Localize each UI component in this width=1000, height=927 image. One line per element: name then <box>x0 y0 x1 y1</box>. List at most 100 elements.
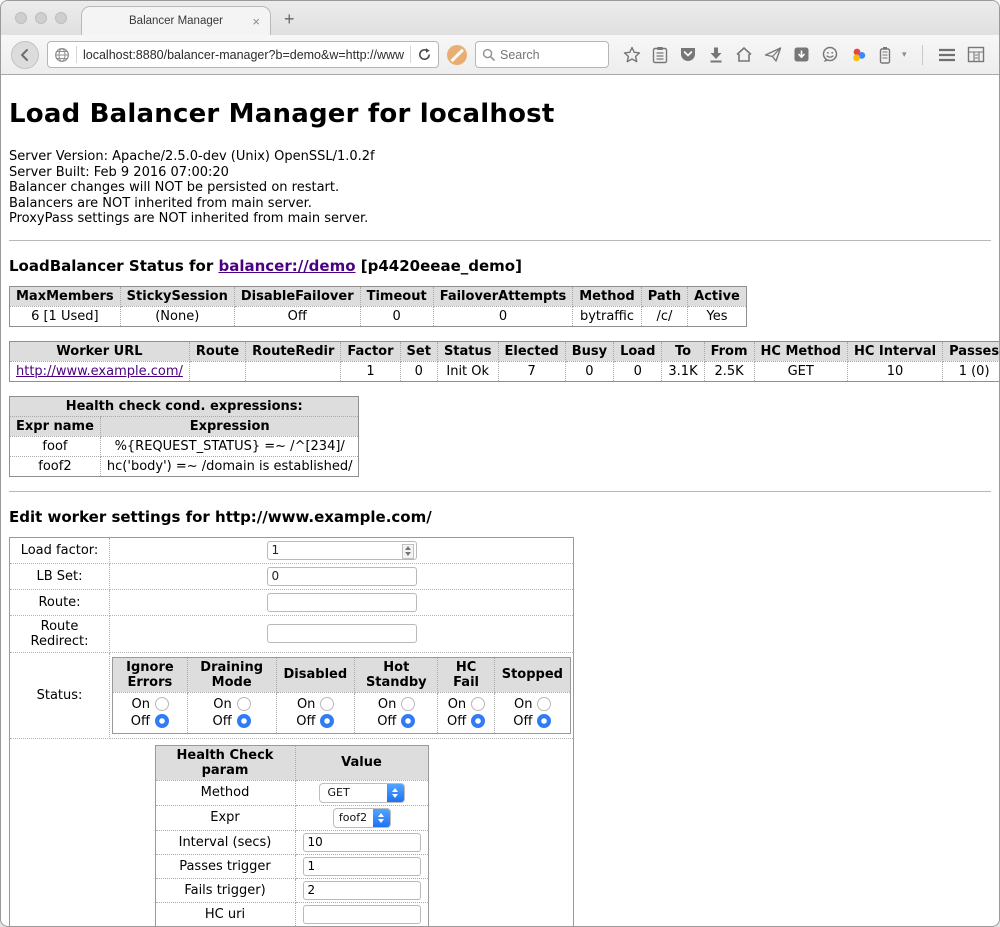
send-tab-icon[interactable] <box>764 46 782 63</box>
ignore-errors-on-radio[interactable] <box>155 697 169 711</box>
status-label: Status: <box>10 652 110 738</box>
load-factor-label: Load factor: <box>10 537 110 563</box>
search-bar[interactable] <box>475 41 609 68</box>
cell-factor: 1 <box>341 361 400 381</box>
reading-list-icon[interactable] <box>652 46 668 64</box>
col-disabled: Disabled <box>276 657 355 692</box>
urlbar-divider <box>410 46 411 63</box>
cell-disablefailover: Off <box>234 306 360 326</box>
tab-close-icon[interactable]: × <box>252 14 260 29</box>
disabled-on-radio[interactable] <box>320 697 334 711</box>
col-timeout: Timeout <box>360 286 433 306</box>
form-row-route: Route: <box>10 589 574 615</box>
hc-method-label: Method <box>155 780 295 805</box>
col-load: Load <box>614 341 662 361</box>
hc-expr-select[interactable]: foof2 <box>333 808 391 828</box>
on-label: On <box>377 697 396 712</box>
col-hot-standby: Hot Standby <box>355 657 438 692</box>
window-minimize-button[interactable] <box>35 12 47 24</box>
lb-set-input[interactable] <box>267 567 417 586</box>
off-label: Off <box>377 714 396 729</box>
window-controls[interactable] <box>15 12 67 24</box>
hc-uri-input[interactable] <box>303 905 421 924</box>
col-path: Path <box>641 286 687 306</box>
pocket-icon[interactable] <box>679 46 697 63</box>
col-elected: Elected <box>498 341 565 361</box>
col-busy: Busy <box>565 341 613 361</box>
cell-to: 3.1K <box>662 361 704 381</box>
worker-table: Worker URL Route RouteRedir Factor Set S… <box>9 341 1000 382</box>
select-stepper-icon <box>373 808 390 828</box>
overflow-caret-icon[interactable]: ▾ <box>902 49 907 60</box>
hc-fail-on-radio[interactable] <box>471 697 485 711</box>
number-stepper-icon[interactable] <box>402 544 414 559</box>
worker-url-link[interactable]: http://www.example.com/ <box>16 364 183 379</box>
draining-mode-off-radio[interactable] <box>237 714 251 728</box>
url-bar[interactable]: localhost:8880/balancer-manager?b=demo&w… <box>47 41 439 68</box>
off-label: Off <box>213 714 232 729</box>
home-icon[interactable] <box>735 46 753 63</box>
hc-passes-label: Passes trigger <box>155 854 295 878</box>
on-label: On <box>213 697 232 712</box>
cell-hc-method: GET <box>754 361 847 381</box>
on-label: On <box>296 697 315 712</box>
cell-expr-name: foof2 <box>10 456 101 476</box>
hc-expr-value: foof2 <box>334 811 373 824</box>
cell-failoverattempts: 0 <box>433 306 573 326</box>
draining-mode-on-radio[interactable] <box>237 697 251 711</box>
chat-icon[interactable] <box>821 46 839 63</box>
col-expression: Expression <box>100 416 359 436</box>
window-close-button[interactable] <box>15 12 27 24</box>
cell-busy: 0 <box>565 361 613 381</box>
ignore-errors-off-radio[interactable] <box>155 714 169 728</box>
content-block-icon[interactable] <box>447 45 467 65</box>
col-hc-fail: HC Fail <box>438 657 494 692</box>
downloads-icon[interactable] <box>708 46 724 63</box>
hc-expr-label: Expr <box>155 805 295 830</box>
new-tab-button[interactable]: + <box>284 9 295 30</box>
table-row: 6 [1 Used] (None) Off 0 0 bytraffic /c/ … <box>10 306 747 326</box>
reload-icon[interactable] <box>417 47 432 62</box>
browser-window: Balancer Manager × + localhost:8880/bala… <box>0 0 1000 927</box>
cell-passes: 1 (0) <box>943 361 1000 381</box>
bookmark-star-icon[interactable] <box>623 46 641 64</box>
col-hc-param: Health Check param <box>155 745 295 780</box>
hc-fails-input[interactable] <box>303 881 421 900</box>
route-label: Route: <box>10 589 110 615</box>
cell-stickysession: (None) <box>120 306 234 326</box>
hot-standby-on-radio[interactable] <box>401 697 415 711</box>
balancer-status-heading: LoadBalancer Status for balancer://demo … <box>9 257 991 275</box>
search-input[interactable] <box>500 48 590 62</box>
col-factor: Factor <box>341 341 400 361</box>
save-page-icon[interactable] <box>793 46 810 63</box>
hot-standby-off-radio[interactable] <box>401 714 415 728</box>
battery-panel-icon[interactable] <box>879 46 891 64</box>
cell-routeredir <box>246 361 341 381</box>
hc-method-select[interactable]: GET <box>319 783 405 803</box>
col-stickysession: StickySession <box>120 286 234 306</box>
sidebar-grid-icon[interactable] <box>967 46 985 63</box>
divider <box>9 240 991 241</box>
table-row: foof %{REQUEST_STATUS} =~ /^[234]/ <box>10 436 359 456</box>
form-row-lb-set: LB Set: <box>10 563 574 589</box>
balancer-link[interactable]: balancer://demo <box>218 257 355 275</box>
hc-fail-off-radio[interactable] <box>471 714 485 728</box>
tab-balancer-manager[interactable]: Balancer Manager × <box>81 6 271 35</box>
route-redirect-input[interactable] <box>267 624 417 643</box>
hc-interval-input[interactable] <box>303 833 421 852</box>
stopped-on-radio[interactable] <box>537 697 551 711</box>
extensions-colored-icon[interactable] <box>850 46 868 64</box>
load-factor-input[interactable] <box>267 541 417 560</box>
persist-note: Balancer changes will NOT be persisted o… <box>9 180 991 196</box>
stopped-off-radio[interactable] <box>537 714 551 728</box>
back-button[interactable] <box>11 41 39 69</box>
off-label: Off <box>296 714 315 729</box>
route-input[interactable] <box>267 593 417 612</box>
url-text[interactable]: localhost:8880/balancer-manager?b=demo&w… <box>83 48 404 62</box>
disabled-off-radio[interactable] <box>320 714 334 728</box>
hc-passes-input[interactable] <box>303 857 421 876</box>
form-row-route-redirect: Route Redirect: <box>10 615 574 652</box>
menu-icon[interactable] <box>938 48 956 62</box>
col-routeredir: RouteRedir <box>246 341 341 361</box>
window-zoom-button[interactable] <box>55 12 67 24</box>
